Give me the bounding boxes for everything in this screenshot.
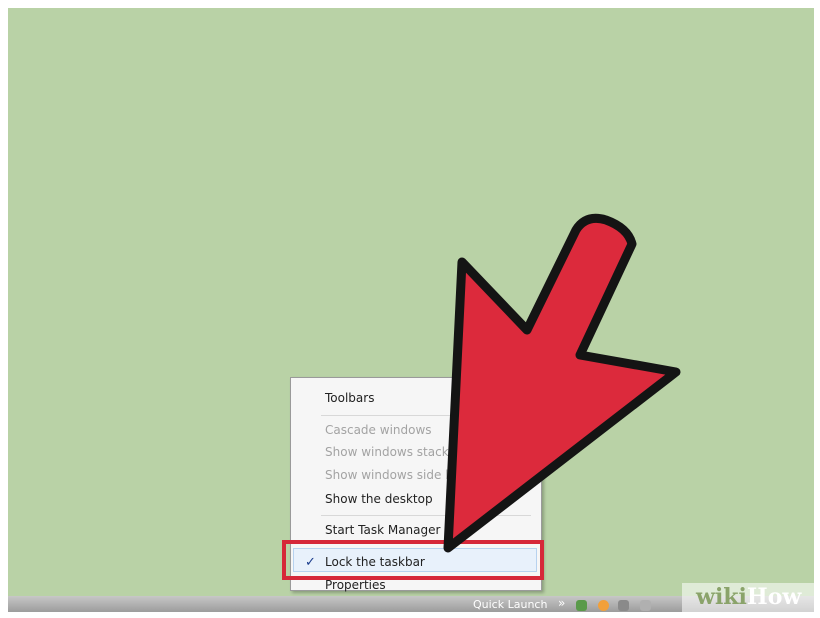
pointer-arrow-icon: [443, 213, 681, 553]
wikihow-watermark: wikiHow: [682, 583, 814, 612]
watermark-wiki: wiki: [696, 584, 747, 610]
watermark-how: How: [746, 584, 802, 610]
arrow-shape: [443, 213, 681, 553]
